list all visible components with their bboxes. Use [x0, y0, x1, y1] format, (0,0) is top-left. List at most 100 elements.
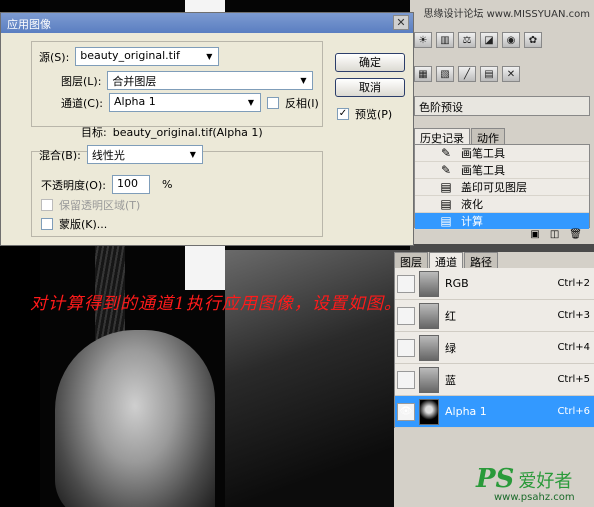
brightness-icon[interactable]: ☀ [414, 32, 432, 48]
channel-name: 红 [445, 309, 456, 323]
channel-row-rgb[interactable]: RGB Ctrl+2 [395, 268, 594, 300]
visibility-toggle[interactable] [397, 338, 415, 357]
mask-label: 蒙版(K)... [59, 218, 108, 231]
history-item[interactable]: ✎ 画笔工具 [415, 145, 589, 162]
channel-shortcut: Ctrl+2 [557, 278, 590, 289]
trash-icon[interactable]: 🗑 [569, 229, 582, 243]
channel-select[interactable]: Alpha 1 ▼ [108, 93, 261, 112]
layer-label: 图层(L): [61, 74, 102, 88]
channel-name: Alpha 1 [445, 405, 487, 418]
history-item-label: 液化 [461, 198, 483, 211]
history-item-label: 画笔工具 [461, 164, 505, 177]
preserve-transparency-checkbox[interactable] [41, 199, 53, 211]
channel-row-blue[interactable]: 蓝 Ctrl+5 [395, 364, 594, 396]
channel-name: RGB [445, 277, 469, 290]
doc-icon: ▤ [440, 214, 452, 228]
visibility-toggle[interactable] [397, 306, 415, 325]
doc-icon: ▤ [440, 197, 452, 211]
eye-icon[interactable]: 👁 [397, 402, 415, 421]
opacity-unit: % [161, 178, 173, 191]
balance-icon[interactable]: ⚖ [458, 32, 476, 48]
layer-select[interactable]: 合并图层 ▼ [107, 71, 314, 90]
tab-paths[interactable]: 路径 [464, 252, 498, 269]
history-list: ✎ 画笔工具 ✎ 画笔工具 ▤ 盖印可见图层 ▤ 液化 ▤ 计算 [414, 144, 590, 230]
source-label: 源(S): [39, 50, 70, 64]
selective-color-icon[interactable]: ✕ [502, 66, 520, 82]
photo-body [225, 250, 410, 507]
source-value: beauty_original.tif [80, 49, 180, 62]
watermark-ps: PS [476, 464, 515, 494]
channels-tabs: 图层 通道 路径 [394, 252, 499, 269]
visibility-toggle[interactable] [397, 370, 415, 389]
tab-layers[interactable]: 图层 [394, 252, 428, 269]
dialog-titlebar[interactable]: 应用图像 ✕ [1, 13, 413, 33]
channel-thumbnail [419, 366, 439, 393]
channel-shortcut: Ctrl+5 [557, 374, 590, 385]
photo-arm [55, 330, 215, 507]
opacity-label: 不透明度(O): [41, 178, 106, 192]
annotation-text: 对计算得到的通道1执行应用图像，设置如图。 [30, 294, 402, 314]
chevron-down-icon: ▼ [247, 98, 255, 107]
new-doc-icon[interactable]: ▣ [530, 229, 539, 243]
brush-icon: ✎ [440, 163, 452, 177]
invert-checkbox[interactable] [266, 96, 279, 109]
gradient-map-icon[interactable]: ▤ [480, 66, 498, 82]
blend-value: 线性光 [91, 149, 125, 162]
channel-row-red[interactable]: 红 Ctrl+3 [395, 300, 594, 332]
chevron-down-icon: ▼ [206, 52, 213, 61]
layer-value: 合并图层 [112, 75, 157, 88]
channel-row-green[interactable]: 绿 Ctrl+4 [395, 332, 594, 364]
channel-name: 蓝 [445, 373, 456, 387]
channel-shortcut: Ctrl+6 [557, 406, 590, 417]
preserve-label: 保留透明区域(T) [59, 199, 141, 212]
source-row: 源(S): beauty_original.tif ▼ [39, 47, 220, 66]
watermark-logo: PS 爱好者 [476, 464, 572, 494]
snapshot-icon[interactable]: ◫ [550, 229, 559, 243]
blend-select[interactable]: 线性光 ▼ [86, 145, 203, 164]
gradient-icon[interactable]: ▧ [436, 66, 454, 82]
target-label: 目标: [81, 126, 107, 139]
cancel-button[interactable]: 取消 [335, 78, 405, 97]
top-toolbar: 思缘设计论坛 www.MISSYUAN.com [410, 0, 594, 30]
close-icon[interactable]: ✕ [393, 15, 409, 30]
preview-label: 预览(P) [355, 108, 393, 121]
blend-label: 混合(B): [39, 148, 81, 162]
adjustment-preset[interactable]: 色阶预设 [414, 96, 590, 116]
history-item[interactable]: ✎ 画笔工具 [415, 162, 589, 179]
target-value: beauty_original.tif(Alpha 1) [112, 125, 263, 139]
channel-row-alpha[interactable]: 👁 Alpha 1 Ctrl+6 [395, 396, 594, 428]
tab-history[interactable]: 历史记录 [414, 128, 470, 145]
tab-channels[interactable]: 通道 [429, 252, 463, 269]
black-white-icon[interactable]: ◪ [480, 32, 498, 48]
invert-label: 反相(I) [284, 96, 319, 110]
opacity-row: 不透明度(O): 100 % [41, 175, 172, 194]
history-item-selected[interactable]: ▤ 计算 [415, 213, 589, 230]
opacity-input[interactable]: 100 [111, 175, 150, 194]
history-item-label: 盖印可见图层 [461, 181, 527, 194]
history-item-label: 画笔工具 [461, 147, 505, 160]
levels-icon[interactable]: ▥ [436, 32, 454, 48]
channel-row: 通道(C): Alpha 1 ▼ 反相(I) [61, 93, 319, 112]
threshold-icon[interactable]: ╱ [458, 66, 476, 82]
preview-row: ✓ 预览(P) [337, 106, 392, 122]
panel-separator [410, 244, 594, 252]
history-item[interactable]: ▤ 液化 [415, 196, 589, 213]
watermark-cn: 爱好者 [518, 471, 573, 492]
apply-image-dialog: 应用图像 ✕ 源(S): beauty_original.tif ▼ 图层(L):… [0, 12, 414, 246]
layer-row: 图层(L): 合并图层 ▼ [61, 71, 314, 90]
preview-checkbox[interactable]: ✓ [337, 108, 349, 120]
history-toolbar: ▣ ◫ 🗑 [414, 229, 590, 243]
source-select[interactable]: beauty_original.tif ▼ [75, 47, 220, 66]
mixer-icon[interactable]: ✿ [524, 32, 542, 48]
doc-icon: ▤ [440, 180, 452, 194]
posterize-icon[interactable]: ▦ [414, 66, 432, 82]
tab-actions[interactable]: 动作 [471, 128, 505, 145]
visibility-toggle[interactable] [397, 274, 415, 293]
channel-name: 绿 [445, 341, 456, 355]
dialog-title: 应用图像 [7, 18, 51, 31]
mask-checkbox[interactable] [41, 218, 53, 230]
ok-button[interactable]: 确定 [335, 53, 405, 72]
history-item[interactable]: ▤ 盖印可见图层 [415, 179, 589, 196]
adjustment-icons-row-1: ☀ ▥ ⚖ ◪ ◉ ✿ [414, 32, 542, 48]
camera-icon[interactable]: ◉ [502, 32, 520, 48]
